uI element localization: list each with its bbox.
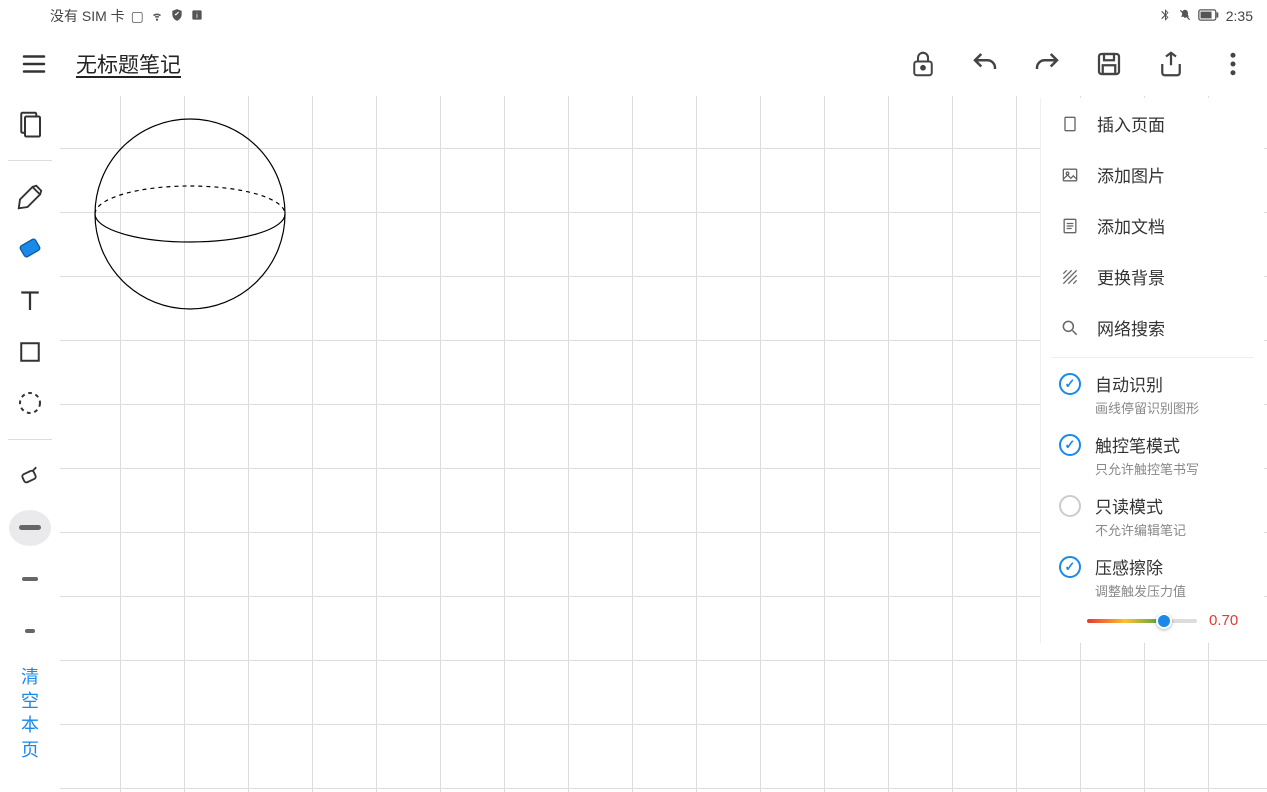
menu-stylus-mode[interactable]: 触控笔模式 只允许触控笔书写 (1041, 423, 1264, 484)
page-icon (1059, 113, 1081, 135)
share-button[interactable] (1147, 40, 1195, 88)
undo-button[interactable] (961, 40, 1009, 88)
page-tool[interactable] (9, 106, 51, 142)
menu-item-label: 插入页面 (1097, 111, 1165, 136)
menu-item-label: 添加图片 (1097, 162, 1165, 187)
note-title[interactable]: 无标题笔记 (76, 49, 181, 79)
hamburger-menu[interactable] (10, 40, 58, 88)
radio-icon (1059, 495, 1081, 517)
menu-add-image[interactable]: 添加图片 (1041, 149, 1264, 200)
check-icon (1059, 556, 1081, 578)
main-area: 清 空 本 页 插入页面 添加图片 (0, 96, 1267, 792)
weight-medium[interactable] (9, 562, 51, 598)
sphere-drawing (90, 114, 290, 314)
side-toolbar: 清 空 本 页 (0, 96, 60, 792)
text-tool[interactable] (9, 282, 51, 318)
no-sim-text: 没有 SIM 卡 (50, 6, 125, 26)
topbar: 无标题笔记 (0, 32, 1267, 96)
menu-item-label: 添加文档 (1097, 213, 1165, 238)
eraser-tool[interactable] (9, 230, 51, 266)
image-icon (1059, 164, 1081, 186)
bluetooth-icon (1158, 8, 1172, 25)
slider-thumb[interactable] (1156, 613, 1172, 629)
pressure-slider-row: 0.70 (1041, 606, 1264, 633)
pressure-slider[interactable] (1087, 619, 1197, 623)
pen-tool[interactable] (9, 179, 51, 215)
more-button[interactable] (1209, 40, 1257, 88)
opt-subtitle: 不允许编辑笔记 (1095, 520, 1186, 539)
status-left: 没有 SIM 卡 ▢ i (50, 6, 204, 26)
check-icon (1059, 373, 1081, 395)
search-icon (1059, 317, 1081, 339)
opt-subtitle: 调整触发压力值 (1095, 581, 1186, 600)
check-icon (1059, 434, 1081, 456)
pattern-icon (1059, 266, 1081, 288)
doc-icon (1059, 215, 1081, 237)
opt-title: 触控笔模式 (1095, 432, 1199, 457)
info-icon: i (190, 8, 204, 25)
menu-change-background[interactable]: 更换背景 (1041, 251, 1264, 302)
status-right: 2:35 (1158, 8, 1253, 25)
lock-button[interactable] (899, 40, 947, 88)
weight-large[interactable] (9, 510, 51, 546)
opt-subtitle: 画线停留识别图形 (1095, 398, 1199, 417)
opt-title: 自动识别 (1095, 371, 1199, 396)
canvas[interactable]: 插入页面 添加图片 添加文档 更换背景 网络搜索 自动 (60, 96, 1267, 792)
menu-auto-recognize[interactable]: 自动识别 画线停留识别图形 (1041, 362, 1264, 423)
clear-char-1: 清 (21, 665, 39, 689)
clear-char-3: 本 (21, 713, 39, 737)
brush-tool[interactable] (9, 458, 51, 494)
clear-page-button[interactable]: 清 空 本 页 (21, 665, 39, 762)
menu-insert-page[interactable]: 插入页面 (1041, 98, 1264, 149)
sim-icon: ▢ (131, 8, 144, 25)
lasso-tool[interactable] (9, 385, 51, 421)
menu-item-label: 更换背景 (1097, 264, 1165, 289)
clear-char-2: 空 (21, 689, 39, 713)
menu-caret-icon (1229, 88, 1245, 96)
opt-subtitle: 只允许触控笔书写 (1095, 459, 1199, 478)
shape-tool[interactable] (9, 334, 51, 370)
status-bar: 没有 SIM 卡 ▢ i 2:35 (0, 0, 1267, 32)
overflow-menu: 插入页面 添加图片 添加文档 更换背景 网络搜索 自动 (1040, 98, 1264, 643)
shield-icon (170, 8, 184, 25)
mute-icon (1178, 8, 1192, 25)
menu-web-search[interactable]: 网络搜索 (1041, 302, 1264, 353)
opt-title: 压感擦除 (1095, 554, 1186, 579)
save-button[interactable] (1085, 40, 1133, 88)
clear-char-4: 页 (21, 738, 39, 762)
menu-readonly-mode[interactable]: 只读模式 不允许编辑笔记 (1041, 484, 1264, 545)
redo-button[interactable] (1023, 40, 1071, 88)
menu-item-label: 网络搜索 (1097, 315, 1165, 340)
status-time: 2:35 (1226, 8, 1253, 24)
opt-title: 只读模式 (1095, 493, 1186, 518)
battery-icon (1198, 8, 1220, 24)
menu-pressure-erase[interactable]: 压感擦除 调整触发压力值 (1041, 545, 1264, 606)
slider-value: 0.70 (1209, 612, 1238, 629)
wifi-icon (150, 8, 164, 25)
menu-add-document[interactable]: 添加文档 (1041, 200, 1264, 251)
weight-small[interactable] (9, 613, 51, 649)
